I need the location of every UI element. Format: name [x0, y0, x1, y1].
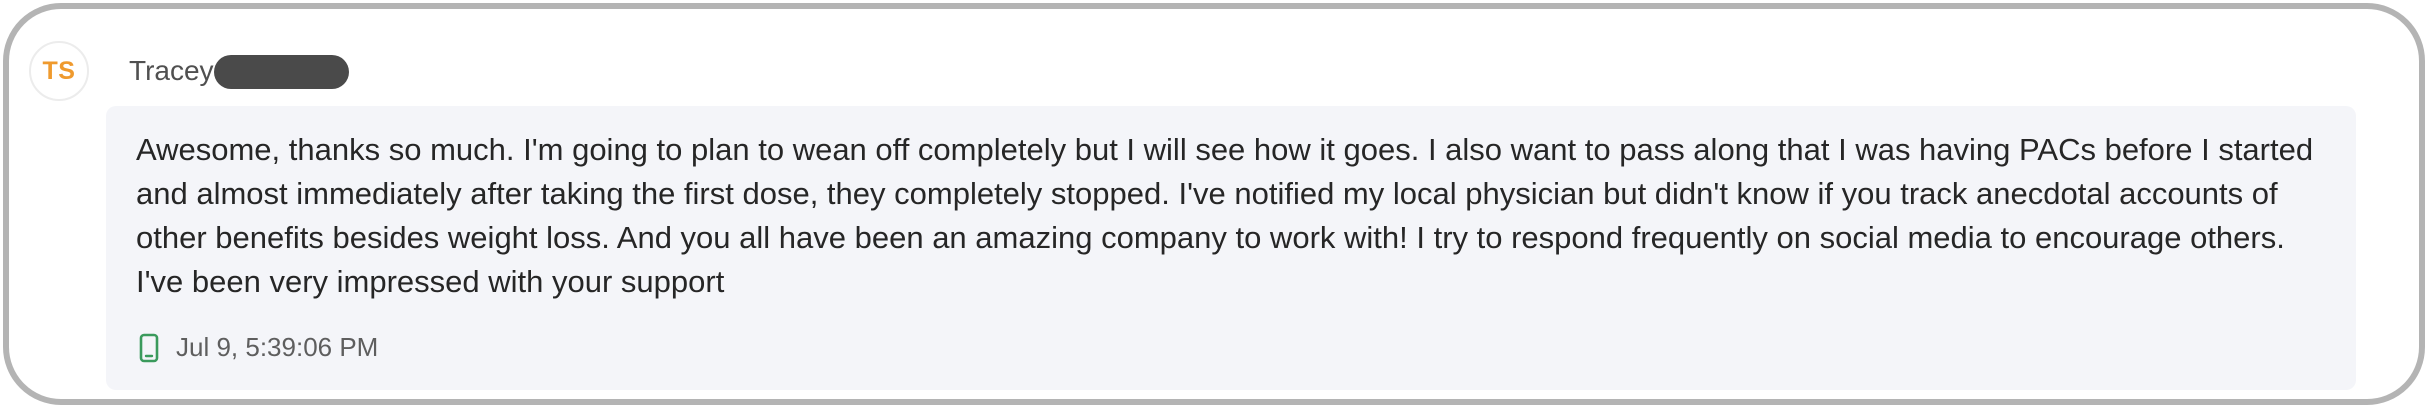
message-bubble: Awesome, thanks so much. I'm going to pl… — [106, 106, 2356, 390]
message-meta: Jul 9, 5:39:06 PM — [136, 332, 378, 363]
redacted-last-name — [213, 55, 349, 89]
message-text: Awesome, thanks so much. I'm going to pl… — [136, 132, 2314, 299]
message-timestamp: Jul 9, 5:39:06 PM — [176, 332, 379, 362]
avatar: TS — [29, 41, 89, 101]
mobile-phone-icon — [136, 333, 162, 363]
message-header: TS Tracey — [29, 39, 349, 103]
message-card: TS Tracey Awesome, thanks so much. I'm g… — [3, 3, 2425, 405]
sender-name: Tracey — [129, 55, 214, 86]
avatar-initials: TS — [42, 56, 76, 85]
